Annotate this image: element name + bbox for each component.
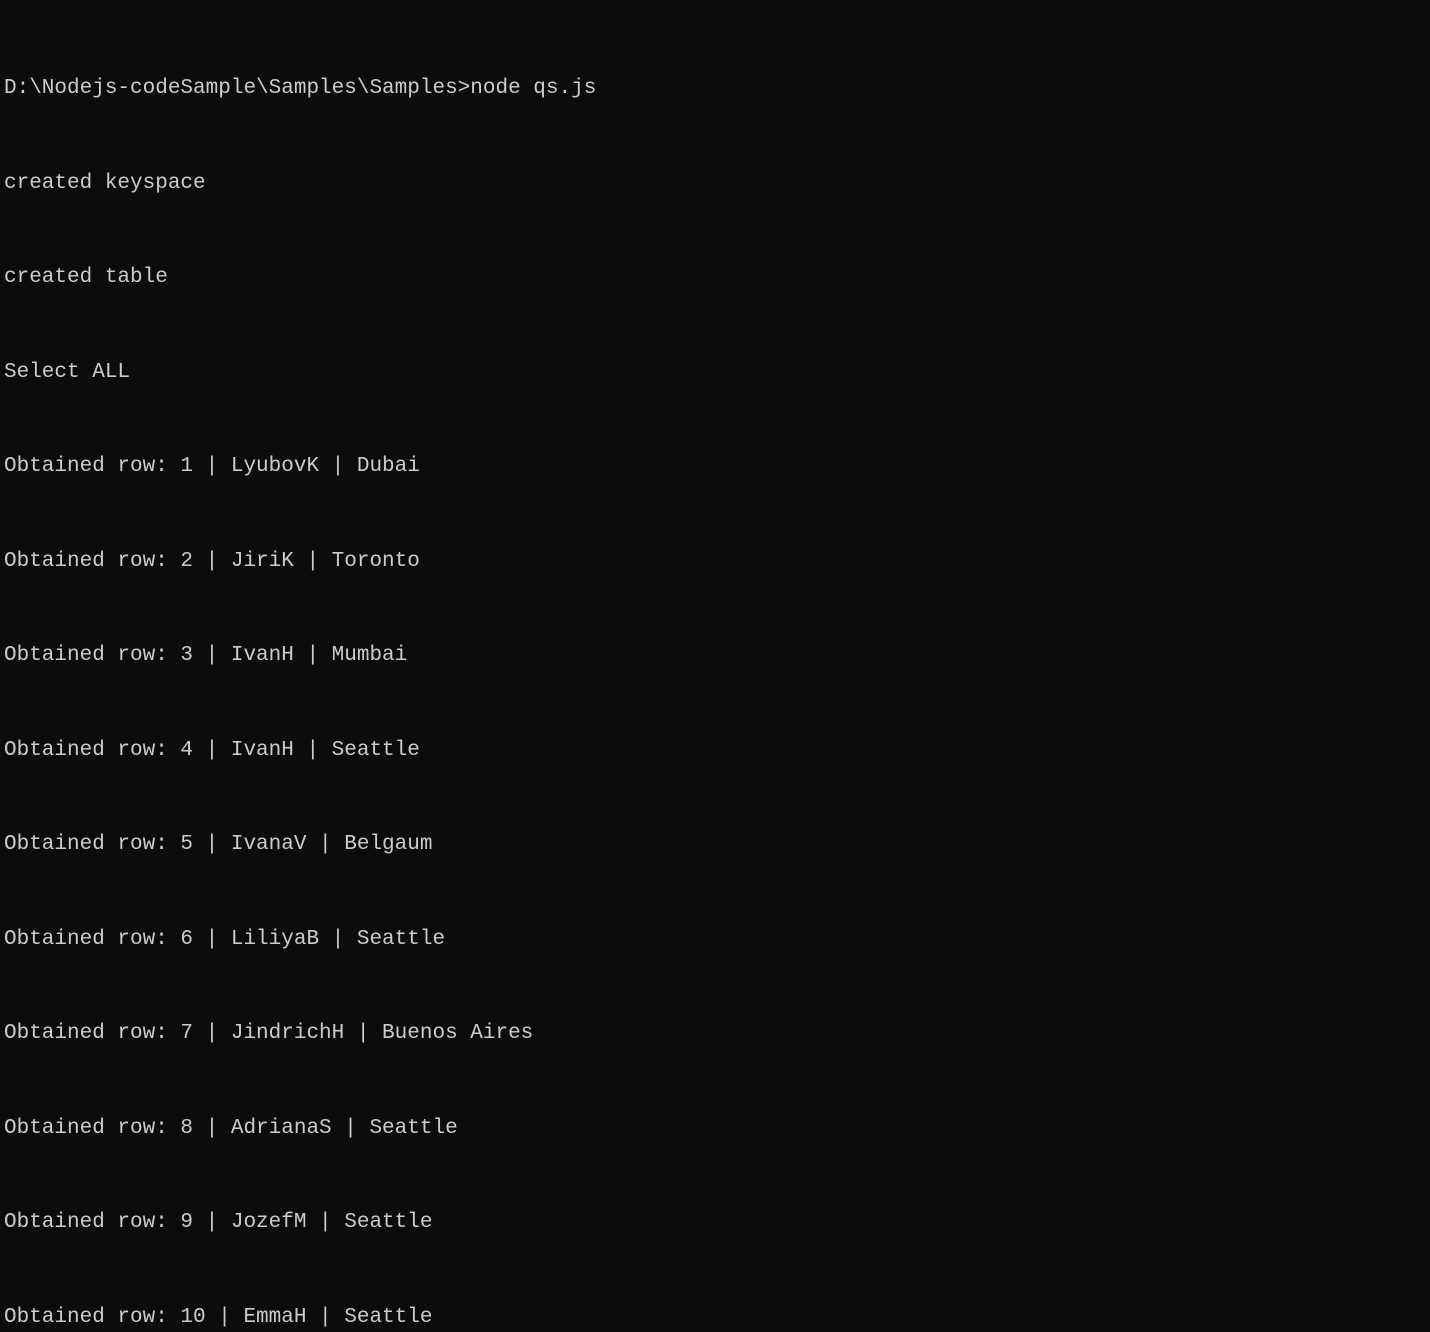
output-row: Obtained row: 4 | IvanH | Seattle	[4, 735, 1430, 767]
output-row: Obtained row: 5 | IvanaV | Belgaum	[4, 829, 1430, 861]
command-line: D:\Nodejs-codeSample\Samples\Samples>nod…	[4, 73, 1430, 105]
output-row: Obtained row: 7 | JindrichH | Buenos Air…	[4, 1018, 1430, 1050]
output-row: Obtained row: 6 | LiliyaB | Seattle	[4, 924, 1430, 956]
prompt-path: D:\Nodejs-codeSample\Samples\Samples>	[4, 77, 470, 100]
output-row: Obtained row: 9 | JozefM | Seattle	[4, 1207, 1430, 1239]
output-row: Obtained row: 2 | JiriK | Toronto	[4, 546, 1430, 578]
terminal-window[interactable]: D:\Nodejs-codeSample\Samples\Samples>nod…	[4, 10, 1430, 1332]
output-line: created table	[4, 262, 1430, 294]
output-row: Obtained row: 10 | EmmaH | Seattle	[4, 1302, 1430, 1332]
output-row: Obtained row: 3 | IvanH | Mumbai	[4, 640, 1430, 672]
output-row: Obtained row: 1 | LyubovK | Dubai	[4, 451, 1430, 483]
command-text: node qs.js	[470, 77, 596, 100]
output-line: Select ALL	[4, 357, 1430, 389]
output-row: Obtained row: 8 | AdrianaS | Seattle	[4, 1113, 1430, 1145]
output-line: created keyspace	[4, 168, 1430, 200]
